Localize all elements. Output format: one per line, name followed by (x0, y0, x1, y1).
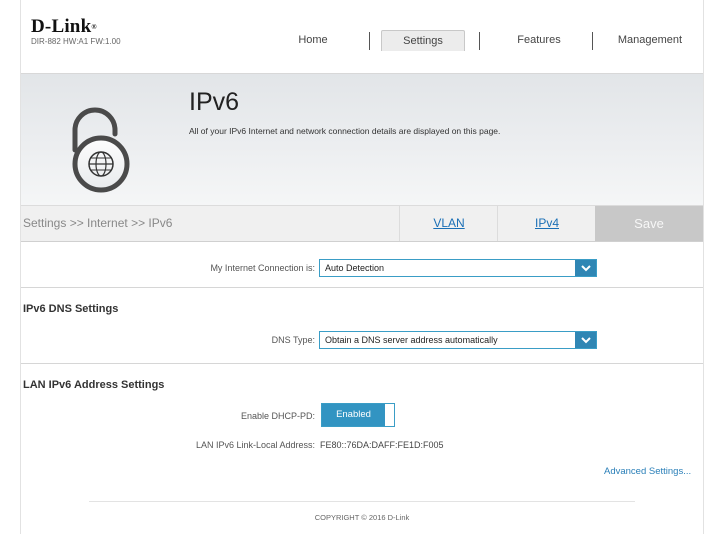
dns-type-label: DNS Type: (271, 335, 315, 345)
lan-section-title: LAN IPv6 Address Settings (23, 379, 165, 391)
connection-type-select[interactable]: Auto Detection (319, 259, 597, 277)
ipv6-lock-globe-icon (72, 107, 130, 193)
router-admin-page: D-Link® DIR-882 HW:A1 FW:1.00 Home Setti… (20, 0, 704, 534)
page-description: All of your IPv6 Internet and network co… (189, 126, 501, 136)
nav-home[interactable]: Home (283, 30, 343, 50)
dns-type-value: Obtain a DNS server address automaticall… (325, 335, 498, 345)
nav-features[interactable]: Features (499, 30, 579, 50)
nav-divider (369, 32, 370, 50)
link-local-label: LAN IPv6 Link-Local Address: (195, 440, 315, 450)
advanced-settings-link[interactable]: Advanced Settings... (604, 466, 691, 477)
dhcp-pd-state: Enabled (322, 404, 385, 426)
nav-divider (592, 32, 593, 50)
breadcrumb-bar: Settings >> Internet >> IPv6 VLAN IPv4 S… (21, 205, 703, 242)
breadcrumb: Settings >> Internet >> IPv6 (23, 216, 173, 230)
chevron-down-icon[interactable] (575, 260, 596, 276)
dhcp-pd-toggle[interactable]: Enabled (321, 403, 395, 427)
section-divider (21, 287, 703, 288)
copyright: COPYRIGHT © 2016 D-Link (314, 513, 410, 522)
chevron-down-icon[interactable] (575, 332, 596, 348)
page-banner: IPv6 All of your IPv6 Internet and netwo… (21, 73, 703, 205)
nav-management[interactable]: Management (609, 30, 691, 50)
page-title: IPv6 (189, 88, 240, 116)
connection-type-value: Auto Detection (325, 263, 385, 273)
top-nav: Home Settings Features Management (21, 30, 703, 51)
dns-section-title: IPv6 DNS Settings (23, 303, 119, 315)
nav-settings[interactable]: Settings (381, 30, 465, 51)
tab-ipv4[interactable]: IPv4 (497, 206, 596, 241)
save-button[interactable]: Save (595, 206, 703, 241)
nav-divider (479, 32, 480, 50)
tab-vlan[interactable]: VLAN (399, 206, 498, 241)
connection-label: My Internet Connection is: (210, 263, 315, 273)
footer-divider (89, 501, 635, 502)
link-local-address: FE80::76DA:DAFF:FE1D:F005 (320, 440, 444, 450)
dns-type-select[interactable]: Obtain a DNS server address automaticall… (319, 331, 597, 349)
section-divider (21, 363, 703, 364)
dhcp-pd-label: Enable DHCP-PD: (240, 411, 315, 421)
